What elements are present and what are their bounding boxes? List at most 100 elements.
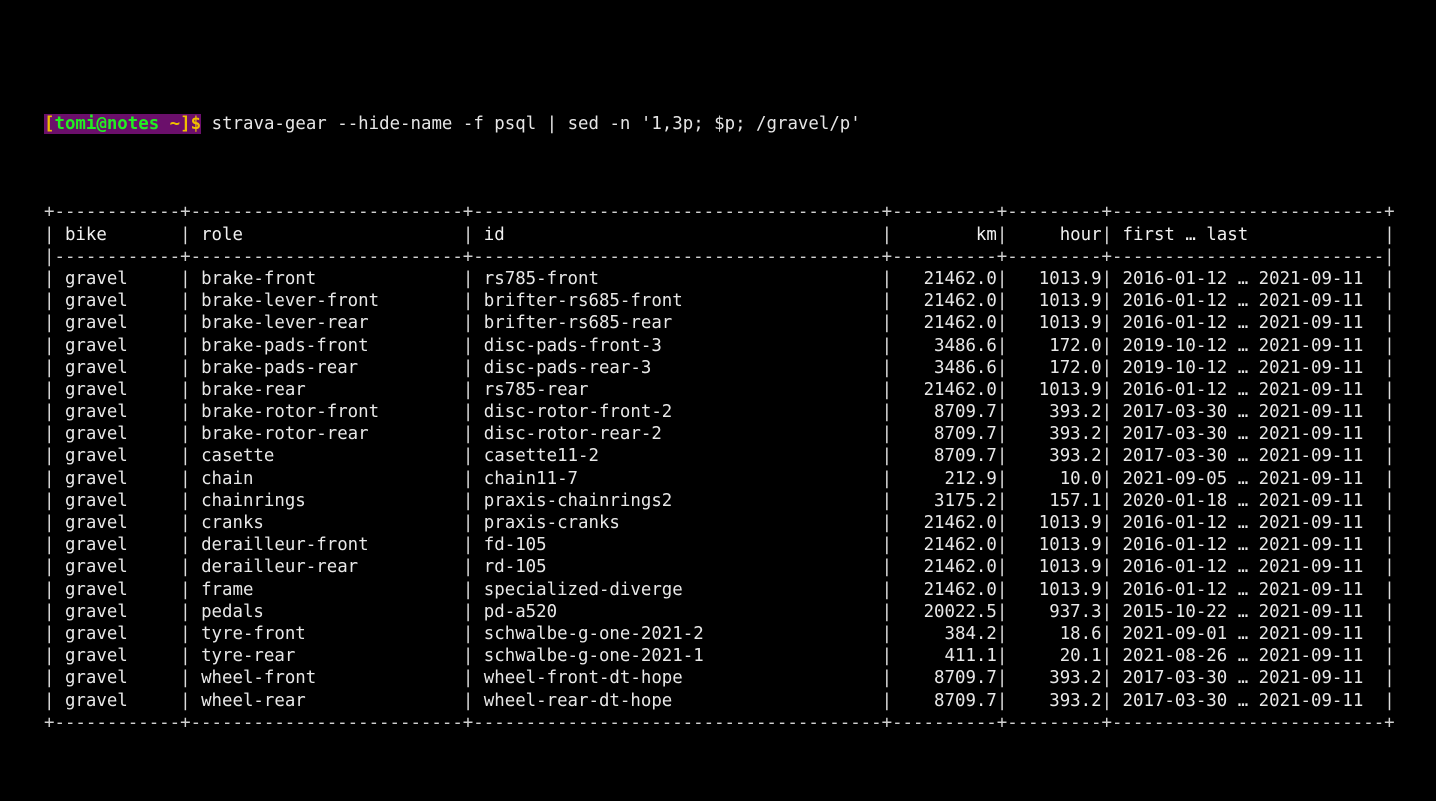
table-cell: 2021-08-26 … 2021-09-11 [1122,646,1385,667]
table-column-separator: | [462,690,484,711]
table-column-separator: | [180,668,202,689]
terminal-window[interactable]: [tomi@notes ~]$ strava-gear --hide-name … [0,0,1436,733]
table-bottom-border: +------------+--------------------------… [44,712,1395,734]
table-column-separator: | [462,357,484,378]
table-column-separator: | [180,601,202,622]
table-rule: +------------+--------------------------… [44,712,1395,733]
table-cell: 1013.9 [1017,268,1102,289]
table-column-separator: | [1101,601,1123,622]
table-cell: tyre-front [201,623,463,644]
table-column-separator: | [462,557,484,578]
table-cell: 20022.5 [902,601,997,622]
table-cell: 393.2 [1017,424,1102,445]
table-column-separator: | [1384,379,1395,400]
table-column-separator: | [1384,557,1395,578]
table-column-separator: | [1384,291,1395,312]
table-cell: 8709.7 [902,668,997,689]
table-column-separator: | [1101,646,1123,667]
table-column-separator: | [180,424,202,445]
table-column-separator: | [996,424,1018,445]
table-column-separator: | [1101,490,1123,511]
table-column-separator: | [44,535,65,556]
table-column-separator: | [44,335,65,356]
table-cell: gravel [64,513,181,534]
table-cell: 1013.9 [1017,513,1102,534]
table-column-separator: | [881,513,903,534]
table-column-separator: | [462,623,484,644]
table-cell: gravel [64,402,181,423]
table-column-separator: | [881,646,903,667]
table-column-separator: | [996,402,1018,423]
terminal-screen: [tomi@notes ~]$ strava-gear --hide-name … [44,46,1395,801]
table-cell: chain [201,468,463,489]
command-text[interactable]: strava-gear --hide-name -f psql | sed -n… [201,114,861,134]
table-column-separator: | [462,468,484,489]
table-column-separator: | [996,224,1018,245]
table-header-cell: bike [64,224,181,245]
table-column-separator: | [1384,490,1395,511]
table-cell: 8709.7 [902,424,997,445]
table-column-separator: | [180,268,202,289]
table-cell: tyre-rear [201,646,463,667]
table-cell: 8709.7 [902,446,997,467]
table-row: | gravel | brake-lever-rear | brifter-rs… [44,312,1395,334]
table-cell: fd-105 [483,535,882,556]
table-cell: 393.2 [1017,690,1102,711]
table-column-separator: | [462,579,484,600]
table-row: | gravel | brake-lever-front | brifter-r… [44,290,1395,312]
table-column-separator: | [996,623,1018,644]
table-row: | gravel | derailleur-front | fd-105 | 2… [44,534,1395,556]
table-column-separator: | [1101,668,1123,689]
prompt-user-host: tomi@notes [54,113,160,134]
table-cell: 2016-01-12 … 2021-09-11 [1122,291,1385,312]
table-row: | gravel | casette | casette11-2 | 8709.… [44,445,1395,467]
table-cell: casette [201,446,463,467]
table-row: | gravel | frame | specialized-diverge |… [44,579,1395,601]
table-column-separator: | [180,446,202,467]
table-column-separator: | [462,379,484,400]
table-cell: frame [201,579,463,600]
table-column-separator: | [996,535,1018,556]
table-column-separator: | [462,424,484,445]
table-column-separator: | [881,623,903,644]
table-cell: 2021-09-01 … 2021-09-11 [1122,623,1385,644]
table-column-separator: | [1384,313,1395,334]
table-cell: brake-rear [201,379,463,400]
table-column-separator: | [1101,535,1123,556]
table-column-separator: | [180,535,202,556]
table-cell: brake-rotor-front [201,402,463,423]
table-column-separator: | [881,291,903,312]
table-cell: brake-pads-front [201,335,463,356]
table-column-separator: | [1101,579,1123,600]
table-column-separator: | [1101,557,1123,578]
table-cell: gravel [64,623,181,644]
table-column-separator: | [462,646,484,667]
table-column-separator: | [1101,313,1123,334]
table-column-separator: | [1101,468,1123,489]
table-cell: 21462.0 [902,513,997,534]
table-cell: 21462.0 [902,579,997,600]
table-column-separator: | [44,468,65,489]
table-cell: 393.2 [1017,668,1102,689]
table-column-separator: | [462,513,484,534]
table-column-separator: | [44,601,65,622]
table-column-separator: | [462,268,484,289]
table-cell: 212.9 [902,468,997,489]
table-column-separator: | [1101,291,1123,312]
table-column-separator: | [44,668,65,689]
table-column-separator: | [44,402,65,423]
table-cell: 2015-10-22 … 2021-09-11 [1122,601,1385,622]
table-column-separator: | [462,224,484,245]
table-column-separator: | [180,690,202,711]
table-column-separator: | [996,313,1018,334]
table-column-separator: | [180,291,202,312]
table-column-separator: | [1384,268,1395,289]
table-column-separator: | [44,646,65,667]
table-cell: praxis-chainrings2 [483,490,882,511]
table-column-separator: | [881,446,903,467]
table-column-separator: | [180,646,202,667]
table-column-separator: | [1384,690,1395,711]
table-cell: 172.0 [1017,357,1102,378]
table-column-separator: | [44,313,65,334]
table-cell: 3486.6 [902,335,997,356]
